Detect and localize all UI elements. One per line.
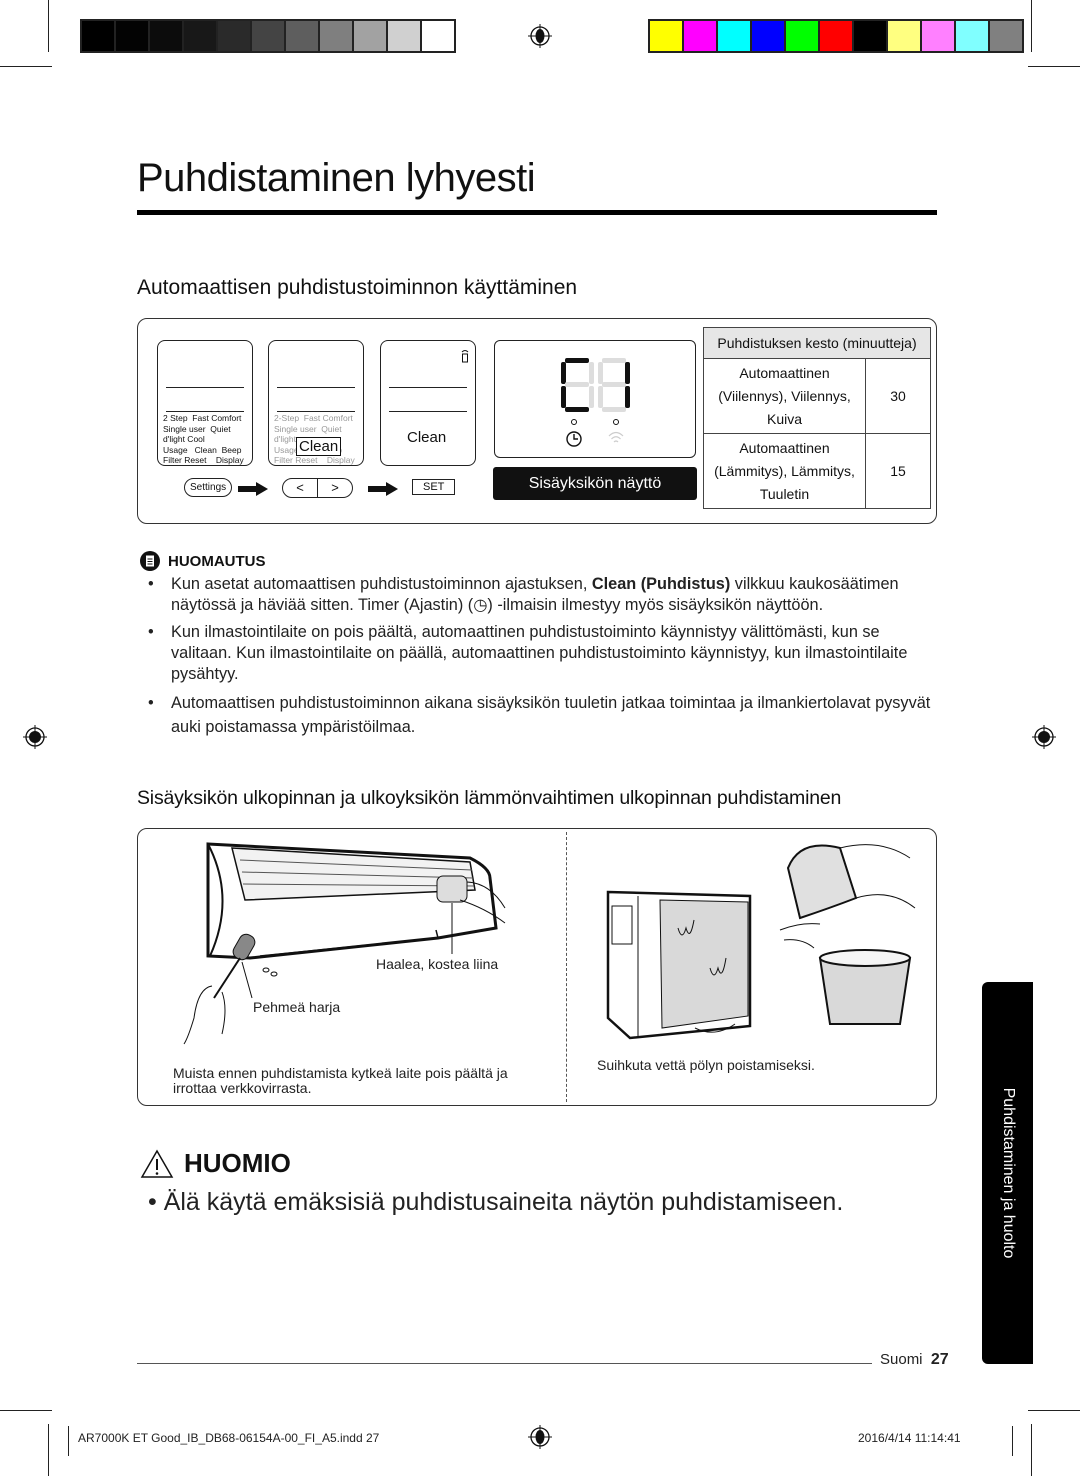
indoor-unit-display [494, 340, 696, 458]
indoor-display-label: Sisäyksikön näyttö [493, 467, 697, 500]
note-item: Kun ilmastointilaite on pois päältä, aut… [148, 622, 938, 685]
color-swatch [956, 21, 988, 51]
footer-rule [137, 1363, 872, 1364]
color-swatch [218, 21, 250, 51]
crop-mark [1028, 1410, 1080, 1412]
remote-signal-icon [461, 350, 469, 363]
wifi-indicator-icon [608, 419, 624, 443]
color-swatch [422, 21, 454, 51]
cleaning-duration-table: Puhdistuksen kesto (minuutteja) Automaat… [703, 327, 931, 509]
registration-mark-icon [528, 24, 552, 48]
table-row: Automaattinen (Viilennys), Viilennys, Ku… [703, 358, 931, 434]
right-button[interactable]: > [318, 478, 353, 498]
crop-mark [1031, 1424, 1033, 1476]
note-list: Kun asetat automaattisen puhdistustoimin… [148, 574, 938, 745]
color-swatch [786, 21, 818, 51]
crop-mark [48, 1424, 50, 1476]
title-rule [137, 210, 937, 215]
table-cell-modes: Automaattinen (Lämmitys), Lämmitys, Tuul… [703, 433, 866, 509]
left-button[interactable]: < [282, 478, 318, 498]
print-slug-filename: AR7000K ET Good_IB_DB68-06154A-00_FI_A5.… [78, 1431, 380, 1445]
print-slug-date: 2016/4/14 11:14:41 [858, 1431, 961, 1445]
crop-mark [0, 66, 52, 68]
section-heading-auto-clean: Automaattisen puhdistustoiminnon käyttäm… [137, 276, 578, 299]
lcd-menu-text: 2 Step Fast Comfort Single user Quiet d'… [163, 413, 244, 465]
color-swatch [286, 21, 318, 51]
table-row: Automaattinen (Lämmitys), Lämmitys, Tuul… [703, 433, 931, 509]
arrow-right-icon [238, 482, 268, 496]
crop-mark [1031, 0, 1033, 52]
registration-mark-icon [528, 1425, 552, 1449]
spray-water-caption: Suihkuta vettä pölyn poistamiseksi. [597, 1057, 815, 1073]
seven-segment-display [561, 358, 630, 412]
warning-triangle-icon [140, 1148, 174, 1178]
color-swatch [990, 21, 1022, 51]
color-swatch [854, 21, 886, 51]
damp-cloth-label: Haalea, kostea liina [376, 956, 499, 972]
remote-lcd-clean-selected: 2-Step Fast Comfort Single user Quiet d'… [268, 340, 364, 466]
registration-mark-icon [1032, 725, 1056, 749]
note-item: Automaattisen puhdistustoiminnon aikana … [148, 691, 938, 739]
color-swatch [650, 21, 682, 51]
footer-language: Suomi [880, 1351, 923, 1368]
settings-button[interactable]: Settings [184, 478, 233, 497]
lcd-clean-text: Clean [407, 429, 447, 446]
power-off-caption: Muista ennen puhdistamista kytkeä laite … [173, 1065, 508, 1096]
crop-mark [0, 1410, 52, 1412]
timer-indicator-icon [566, 419, 582, 447]
table-header: Puhdistuksen kesto (minuutteja) [703, 327, 931, 359]
note-heading: HUOMAUTUS [140, 551, 266, 571]
caution-text: • Älä käytä emäksisiä puhdistusaineita n… [148, 1188, 844, 1216]
color-swatch [888, 21, 920, 51]
note-heading-text: HUOMAUTUS [168, 552, 266, 570]
soft-brush-label: Pehmeä harja [253, 999, 341, 1015]
clean-highlight: Clean [296, 437, 342, 456]
page-footer: Suomi 27 [880, 1351, 949, 1369]
remote-lcd-settings-menu: 2 Step Fast Comfort Single user Quiet d'… [157, 340, 253, 466]
chapter-side-tab: Puhdistaminen ja huolto [982, 982, 1033, 1364]
outdoor-unit-cleaning-illustration [606, 844, 916, 1040]
color-swatch [820, 21, 852, 51]
grayscale-calibration-bar [80, 19, 456, 53]
table-cell-minutes: 15 [865, 433, 931, 509]
chapter-side-tab-label: Puhdistaminen ja huolto [999, 1087, 1017, 1259]
left-right-buttons: < > [282, 478, 353, 498]
caution-heading: HUOMIO [140, 1148, 291, 1179]
arrow-right-icon [368, 482, 398, 496]
color-swatch [252, 21, 284, 51]
panel-divider [566, 832, 567, 1102]
table-cell-modes: Automaattinen (Viilennys), Viilennys, Ku… [703, 358, 866, 434]
crop-mark [1028, 66, 1080, 68]
color-swatch [718, 21, 750, 51]
note-item: Kun asetat automaattisen puhdistustoimin… [148, 574, 938, 616]
color-swatch [116, 21, 148, 51]
set-button[interactable]: SET [412, 479, 456, 495]
color-swatch [184, 21, 216, 51]
slug-divider [1012, 1426, 1013, 1456]
page-number: 27 [930, 1351, 949, 1368]
caution-heading-text: HUOMIO [184, 1148, 291, 1178]
color-swatch [388, 21, 420, 51]
color-swatch [752, 21, 784, 51]
color-swatch [150, 21, 182, 51]
indoor-unit-cleaning-illustration [183, 842, 506, 1045]
remote-lcd-clean-set: Clean [380, 340, 476, 466]
slug-divider [68, 1426, 69, 1456]
registration-mark-icon [23, 725, 47, 749]
color-swatch [684, 21, 716, 51]
color-calibration-bar [648, 19, 1024, 53]
color-swatch [82, 21, 114, 51]
color-swatch [320, 21, 352, 51]
color-swatch [922, 21, 954, 51]
page-title: Puhdistaminen lyhyesti [137, 156, 536, 200]
color-swatch [354, 21, 386, 51]
section-heading-exterior-clean: Sisäyksikön ulkopinnan ja ulkoyksikön lä… [137, 787, 842, 809]
crop-mark [48, 0, 50, 52]
note-icon [140, 551, 160, 571]
table-cell-minutes: 30 [865, 358, 931, 434]
